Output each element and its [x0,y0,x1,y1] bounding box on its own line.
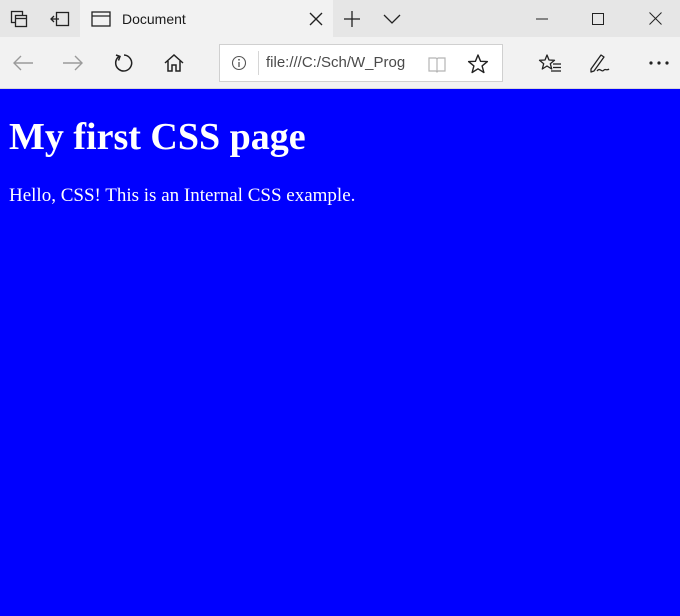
address-bar[interactable]: file:///C:/Sch/W_Prog [219,44,503,82]
star-icon[interactable] [466,52,490,76]
favorites-hub-icon[interactable] [535,48,565,78]
reading-view-icon[interactable] [426,53,448,75]
url-text[interactable]: file:///C:/Sch/W_Prog [266,54,418,71]
chevron-down-icon[interactable] [380,0,404,37]
plus-icon[interactable] [340,0,364,37]
close-tab-icon[interactable] [305,8,327,30]
page-icon [91,9,111,29]
info-icon[interactable] [230,54,248,72]
browser-window: Document file:///C:/Sch/W_Prog My first … [0,0,680,616]
back-arrow-icon[interactable] [8,48,38,78]
forward-arrow-icon[interactable] [58,48,88,78]
pen-icon[interactable] [584,48,614,78]
page-content: My first CSS page Hello, CSS! This is an… [0,89,680,616]
more-icon[interactable] [644,48,674,78]
title-bar: Document [0,0,680,37]
refresh-icon[interactable] [109,48,139,78]
navigation-bar: file:///C:/Sch/W_Prog [0,37,680,89]
page-paragraph: Hello, CSS! This is an Internal CSS exam… [9,185,356,206]
close-window-icon[interactable] [633,0,677,37]
set-aside-tabs-icon[interactable] [48,0,72,37]
address-separator [258,51,259,75]
home-icon[interactable] [159,48,189,78]
minimize-icon[interactable] [520,0,564,37]
page-heading: My first CSS page [9,116,306,158]
tab-title: Document [122,10,186,27]
tab-document[interactable]: Document [80,0,333,37]
tab-manager-icon[interactable] [8,0,30,37]
maximize-icon[interactable] [576,0,620,37]
